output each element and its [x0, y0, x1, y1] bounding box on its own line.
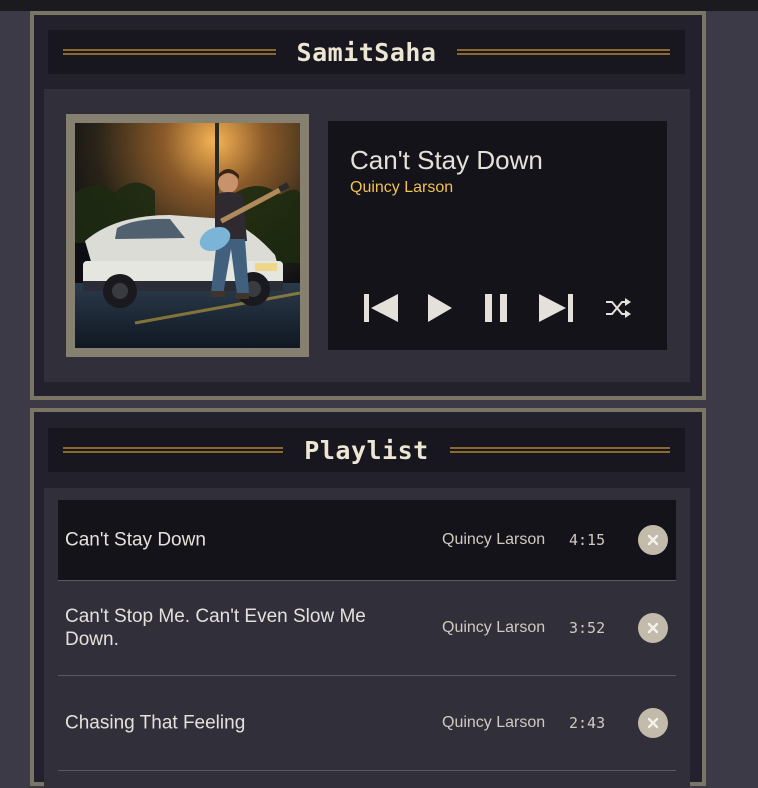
now-playing-info: Can't Stay Down Quincy Larson	[328, 121, 667, 350]
playlist-list: Can't Stay Down Quincy Larson 4:15 Can't…	[44, 488, 690, 788]
track-artist: Quincy Larson	[442, 619, 546, 636]
header-rule-left	[63, 49, 276, 55]
track-artist: Quincy Larson	[442, 531, 546, 548]
album-art-frame	[66, 114, 309, 357]
pause-icon	[485, 294, 507, 322]
remove-track-button[interactable]	[638, 613, 668, 643]
next-button[interactable]	[536, 288, 576, 328]
track-title: Can't Stay Down	[65, 529, 206, 551]
playlist-header: Playlist	[48, 428, 685, 472]
header-rule-right	[449, 447, 671, 453]
shuffle-button[interactable]	[598, 288, 638, 328]
now-playing-artist: Quincy Larson	[350, 179, 454, 196]
pause-button[interactable]	[476, 288, 516, 328]
player-panel: SamitSaha Can't Stay Down Quincy Larson	[30, 11, 706, 400]
track-title: Chasing That Feeling	[65, 712, 246, 734]
album-art	[75, 123, 300, 348]
player-header: SamitSaha	[48, 30, 685, 74]
header-rule-left	[63, 447, 284, 453]
shuffle-icon	[606, 298, 631, 318]
next-icon	[539, 294, 573, 322]
player-title: SamitSaha	[296, 37, 437, 67]
playlist-panel: Playlist Can't Stay Down Quincy Larson 4…	[30, 408, 706, 788]
previous-icon	[364, 294, 398, 322]
track-duration: 2:43	[569, 714, 606, 732]
close-icon	[647, 534, 659, 546]
playlist-row[interactable]: Chasing That Feeling Quincy Larson 2:43	[58, 676, 676, 771]
playlist-row[interactable]: Can't Stay Down Quincy Larson 4:15	[58, 500, 676, 581]
close-icon	[647, 717, 659, 729]
close-icon	[647, 622, 659, 634]
top-bar	[0, 0, 758, 11]
play-icon	[428, 294, 452, 322]
track-artist: Quincy Larson	[442, 714, 546, 731]
previous-button[interactable]	[361, 288, 401, 328]
player-body: Can't Stay Down Quincy Larson	[44, 89, 690, 382]
remove-track-button[interactable]	[638, 525, 668, 555]
playlist-row[interactable]: Can't Stop Me. Can't Even Slow Me Down. …	[58, 581, 676, 676]
track-duration: 3:52	[569, 619, 606, 637]
remove-track-button[interactable]	[638, 708, 668, 738]
play-button[interactable]	[420, 288, 460, 328]
header-rule-right	[457, 49, 670, 55]
track-title: Can't Stop Me. Can't Even Slow Me Down.	[65, 606, 366, 650]
now-playing-title: Can't Stay Down	[350, 145, 543, 175]
playlist-title: Playlist	[304, 435, 429, 465]
track-duration: 4:15	[569, 531, 606, 549]
